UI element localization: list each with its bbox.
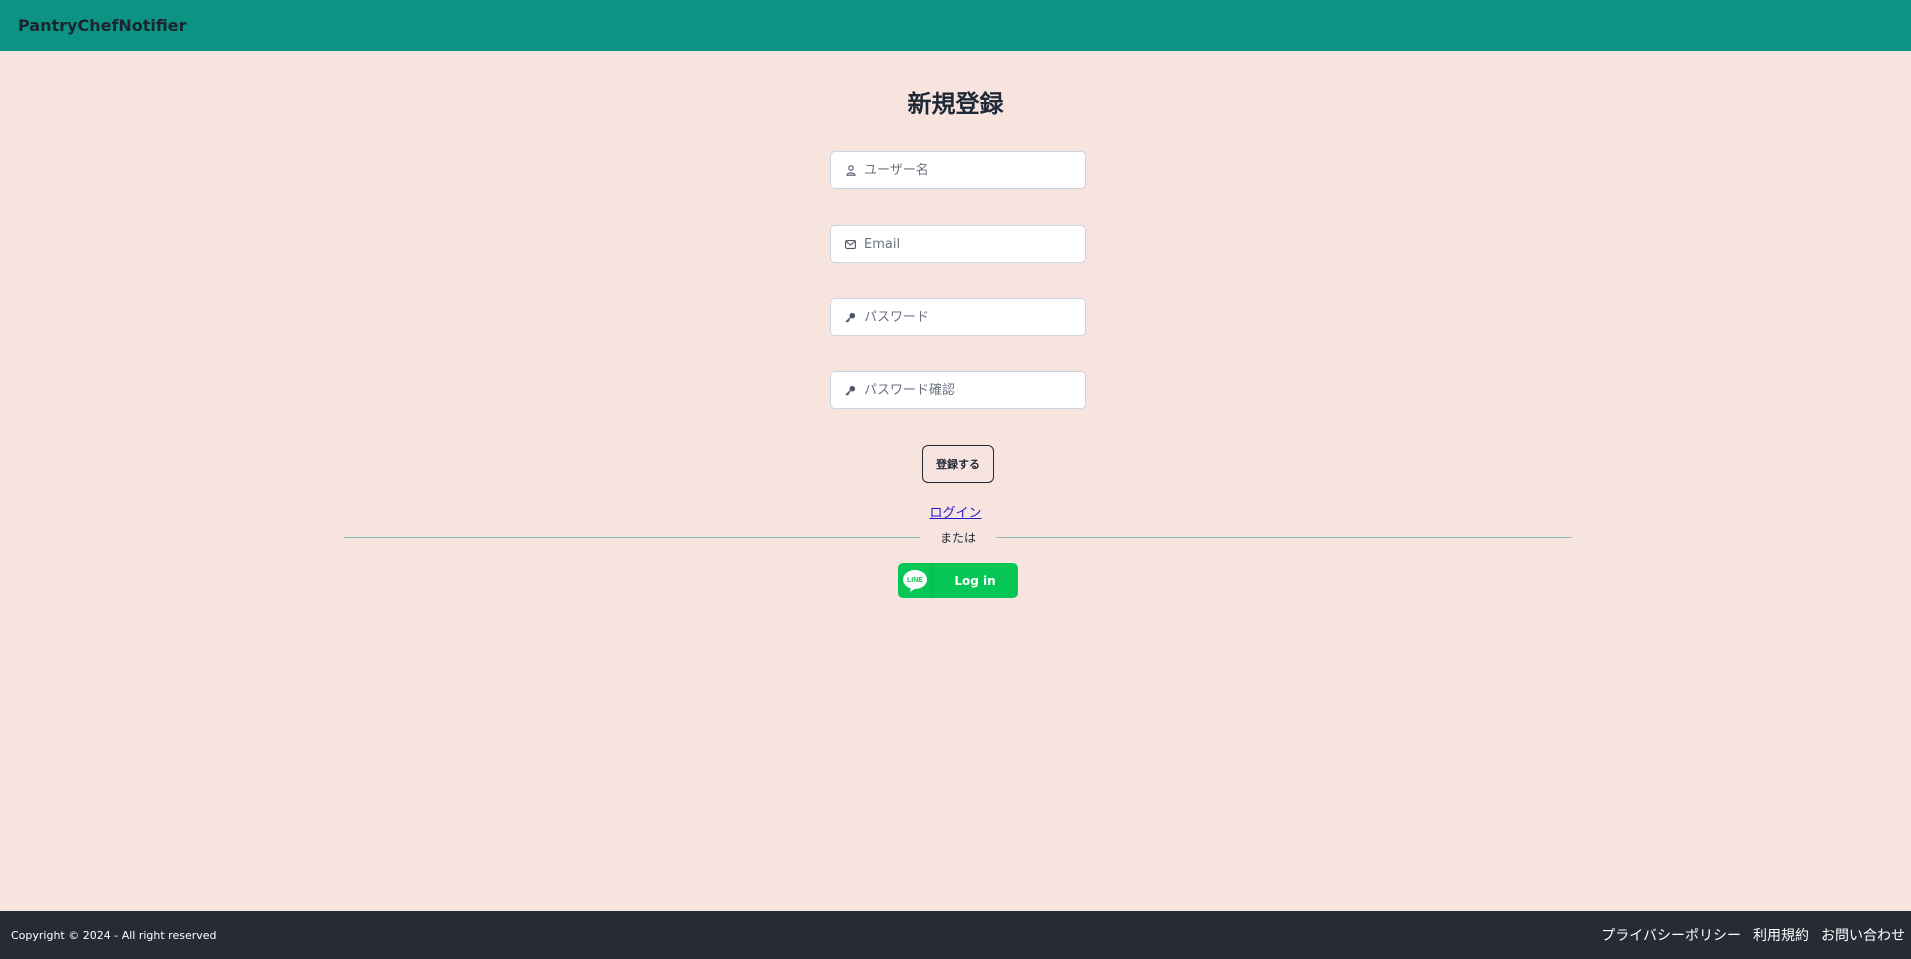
login-link-row: ログイン [0, 502, 1911, 521]
divider-line-left [344, 537, 920, 538]
terms-link[interactable]: 利用規約 [1753, 925, 1809, 945]
footer: Copyright © 2024 - All right reserved プラ… [0, 911, 1911, 959]
copyright-text: Copyright © 2024 - All right reserved [11, 928, 217, 942]
divider-text: または [939, 531, 976, 545]
line-login-label: Log in [954, 573, 996, 588]
line-login-button[interactable]: LINE Log in [898, 563, 1018, 598]
navbar: PantryChefNotifier [0, 0, 1911, 51]
line-logo-text: LINE [907, 577, 923, 584]
password-input[interactable] [864, 309, 1074, 325]
login-link[interactable]: ログイン [929, 506, 981, 521]
envelope-icon [845, 239, 856, 250]
key-icon [845, 385, 856, 396]
email-input[interactable] [864, 236, 1074, 252]
email-field[interactable] [830, 225, 1086, 263]
register-button[interactable]: 登録する [922, 445, 994, 483]
divider-line-right [996, 537, 1572, 538]
username-field[interactable] [830, 151, 1086, 189]
password-confirm-field[interactable] [830, 371, 1086, 409]
signup-main: 新規登録 登録する ログイン または [0, 51, 1911, 911]
page-title: 新規登録 [907, 90, 1004, 118]
password-confirm-input[interactable] [864, 382, 1074, 398]
or-divider: または [344, 527, 1572, 547]
brand-link[interactable]: PantryChefNotifier [18, 16, 187, 35]
username-input[interactable] [864, 162, 1074, 178]
user-icon [845, 164, 856, 176]
password-field[interactable] [830, 298, 1086, 336]
line-logo-icon: LINE [898, 563, 932, 598]
contact-link[interactable]: お問い合わせ [1821, 925, 1905, 945]
key-icon [845, 312, 856, 323]
footer-links: プライバシーポリシー 利用規約 お問い合わせ [1601, 925, 1905, 945]
privacy-policy-link[interactable]: プライバシーポリシー [1601, 925, 1741, 945]
